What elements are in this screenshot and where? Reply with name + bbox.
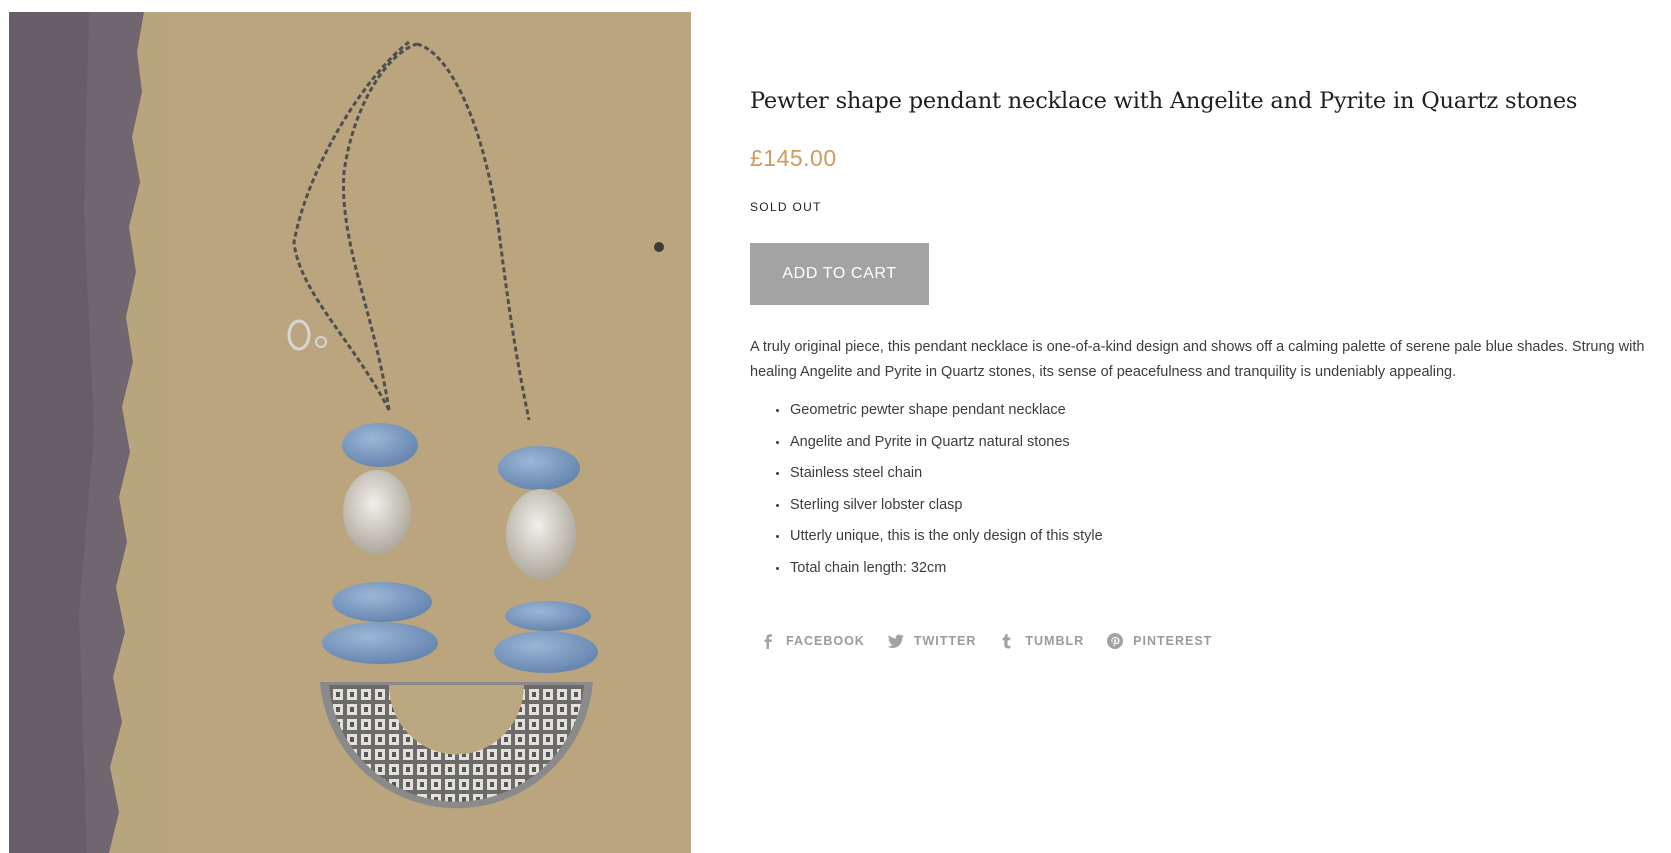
product-description: A truly original piece, this pendant nec… — [750, 339, 1645, 380]
product-image[interactable] — [9, 12, 691, 853]
list-item: Geometric pewter shape pendant necklace — [776, 398, 1103, 430]
share-label: TWITTER — [913, 634, 977, 648]
twitter-icon — [887, 634, 904, 648]
product-info: Pewter shape pendant necklace with Angel… — [750, 0, 1671, 853]
social-share: FACEBOOK TWITTER TUMBLR PINTEREST — [759, 632, 1234, 650]
list-item: Total chain length: 32cm — [776, 556, 1103, 588]
share-tumblr-link[interactable]: TUMBLR — [998, 632, 1084, 650]
share-pinterest-link[interactable]: PINTEREST — [1106, 632, 1212, 650]
tumblr-icon — [1002, 634, 1011, 649]
share-twitter-link[interactable]: TWITTER — [887, 632, 977, 650]
share-label: TUMBLR — [1025, 634, 1085, 648]
list-item: Angelite and Pyrite in Quartz natural st… — [776, 430, 1103, 462]
feature-list: Geometric pewter shape pendant necklace … — [776, 398, 1103, 588]
product-title: Pewter shape pendant necklace with Angel… — [750, 88, 1578, 114]
share-facebook-link[interactable]: FACEBOOK — [759, 632, 865, 650]
list-item: Stainless steel chain — [776, 461, 1103, 493]
pinterest-icon — [1107, 633, 1124, 649]
list-item: Sterling silver lobster clasp — [776, 493, 1103, 525]
facebook-icon — [764, 634, 772, 649]
list-item: Utterly unique, this is the only design … — [776, 524, 1103, 556]
product-price: £145.00 — [750, 145, 837, 171]
stock-status: SOLD OUT — [750, 200, 822, 214]
add-to-cart-button[interactable]: ADD TO CART — [750, 243, 929, 305]
share-label: FACEBOOK — [786, 634, 865, 648]
share-label: PINTEREST — [1133, 634, 1213, 648]
